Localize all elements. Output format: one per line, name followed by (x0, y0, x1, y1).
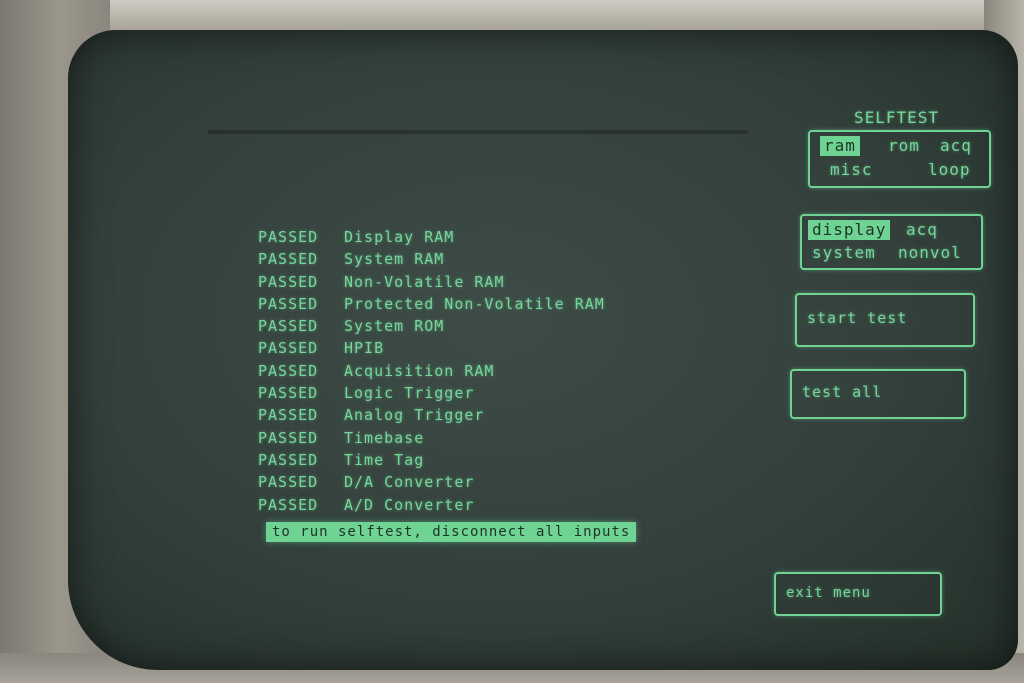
result-status: PASSED (258, 473, 319, 492)
result-test-name: Analog Trigger (344, 406, 485, 425)
result-test-name: Non-Volatile RAM (344, 272, 505, 291)
result-test-name: Display RAM (344, 228, 455, 246)
option-rom[interactable]: rom (884, 136, 924, 156)
result-status: PASSED (258, 250, 319, 269)
screen-smudge (208, 130, 748, 134)
result-test-name: HPIB (344, 339, 385, 358)
result-row: PASSED A/D Converter (258, 494, 605, 516)
selftest-results-list: PASSED Display RAM PASSED System RAM PASSE… (258, 226, 605, 516)
result-test-name: Time Tag (344, 450, 425, 469)
result-row: PASSED Analog Trigger (258, 404, 605, 426)
result-test-name: Logic Trigger (344, 384, 475, 403)
monitor-bezel-top (0, 0, 1024, 30)
option-ram[interactable]: ram (820, 136, 860, 156)
exit-menu-button[interactable]: exit menu (774, 572, 942, 616)
result-status: PASSED (258, 228, 319, 246)
start-test-button[interactable]: start test (795, 293, 975, 347)
result-test-name: A/D Converter (344, 495, 475, 514)
result-status: PASSED (258, 428, 319, 447)
result-status: PASSED (258, 317, 319, 336)
option-display[interactable]: display (808, 220, 891, 240)
option-loop[interactable]: loop (924, 160, 975, 180)
result-status: PASSED (258, 450, 319, 469)
crt-screen: PASSED Display RAM PASSED System RAM PASSE… (68, 30, 1018, 670)
option-system[interactable]: system (808, 243, 880, 263)
result-status: PASSED (258, 272, 319, 291)
result-test-name: Protected Non-Volatile RAM (344, 294, 605, 313)
result-status: PASSED (258, 406, 319, 425)
result-status: PASSED (258, 361, 319, 380)
result-row: PASSED HPIB (258, 337, 605, 359)
result-test-name: Timebase (344, 428, 425, 447)
option-misc[interactable]: misc (826, 160, 877, 180)
result-row: PASSED System RAM (258, 248, 605, 270)
disconnect-inputs-notice: to run selftest, disconnect all inputs (266, 522, 637, 542)
test-all-label: test all (802, 383, 883, 401)
result-test-name: System ROM (344, 317, 445, 336)
result-test-name: System RAM (344, 250, 445, 269)
option-acq[interactable]: acq (936, 136, 976, 156)
result-row: PASSED Timebase (258, 427, 605, 449)
result-test-name: Acquisition RAM (344, 361, 495, 380)
result-row: PASSED Time Tag (258, 449, 605, 471)
result-row: PASSED Display RAM (258, 226, 605, 248)
test-all-button[interactable]: test all (790, 369, 966, 419)
result-row: PASSED Logic Trigger (258, 382, 605, 404)
result-test-name: D/A Converter (344, 473, 475, 492)
ram-test-selector: display acq system nonvol (800, 214, 983, 270)
result-row: PASSED D/A Converter (258, 471, 605, 493)
result-row: PASSED Acquisition RAM (258, 360, 605, 382)
result-status: PASSED (258, 294, 319, 313)
start-test-label: start test (807, 309, 908, 327)
option-nonvol[interactable]: nonvol (894, 243, 966, 263)
option-ram-acq[interactable]: acq (902, 220, 942, 240)
result-row: PASSED System ROM (258, 315, 605, 337)
test-group-selector: ram rom acq misc loop (808, 130, 991, 188)
result-status: PASSED (258, 384, 319, 403)
result-status: PASSED (258, 339, 319, 358)
result-row: PASSED Non-Volatile RAM (258, 271, 605, 293)
result-status: PASSED (258, 495, 319, 514)
exit-menu-label: exit menu (786, 585, 871, 601)
result-row: PASSED Protected Non-Volatile RAM (258, 293, 605, 315)
selftest-menu-title: SELFTEST (854, 108, 940, 127)
